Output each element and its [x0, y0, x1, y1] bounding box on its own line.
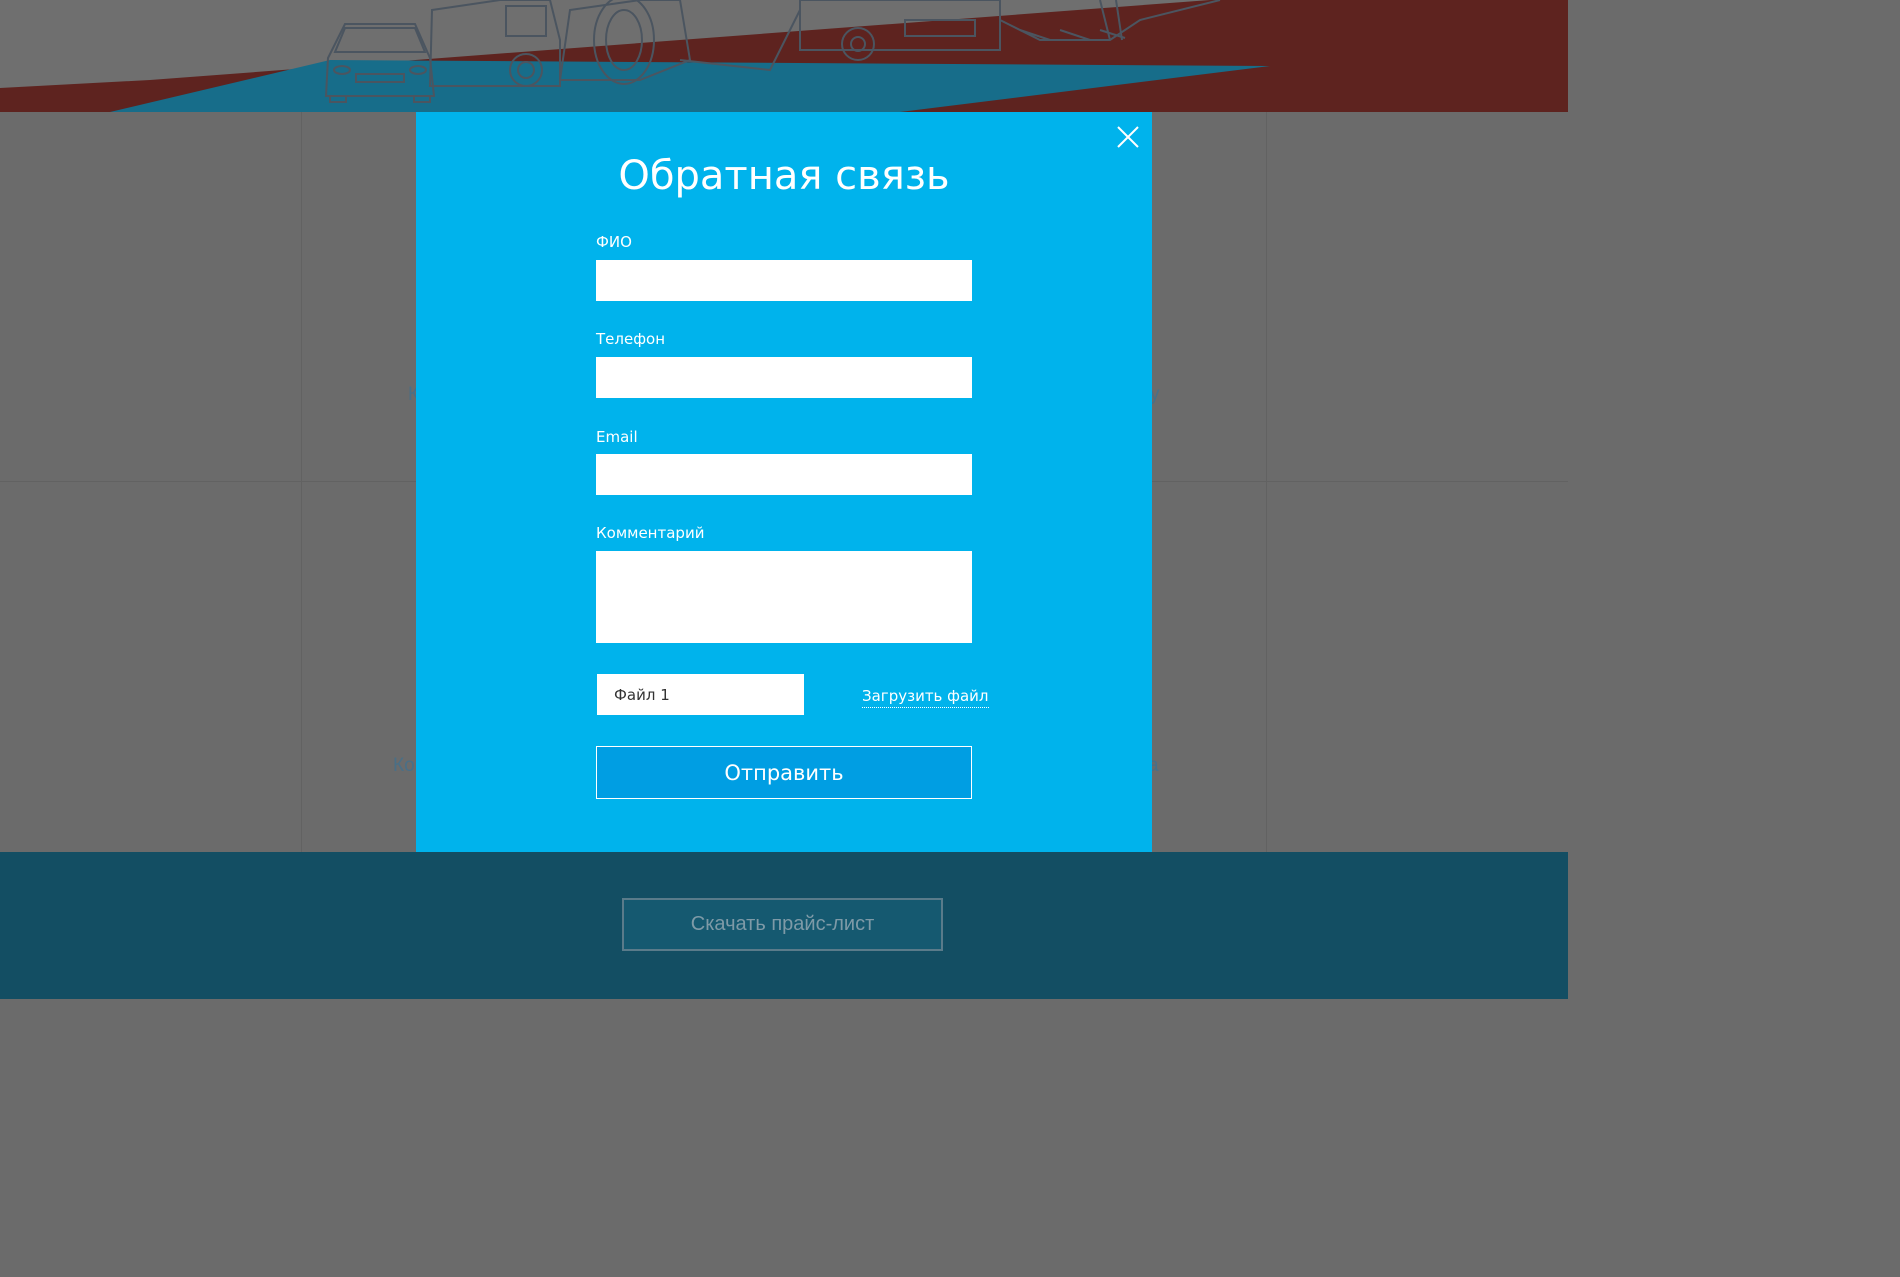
phone-input[interactable] — [596, 357, 972, 398]
comment-label: Комментарий — [596, 524, 705, 542]
hero-banner — [0, 0, 1568, 112]
close-button[interactable] — [1116, 125, 1140, 149]
close-icon — [1117, 126, 1139, 148]
file-name: Файл 1 — [614, 685, 670, 704]
upload-file-link[interactable]: Загрузить файл — [862, 687, 989, 708]
footer-strip — [0, 999, 1568, 1054]
phone-label: Телефон — [596, 330, 666, 348]
email-label: Email — [596, 428, 638, 446]
vehicles-illustration — [0, 0, 1568, 112]
modal-title: Обратная связь — [618, 153, 950, 199]
email-input[interactable] — [596, 454, 972, 495]
submit-button[interactable]: Отправить — [596, 746, 972, 799]
full-name-input[interactable] — [596, 260, 972, 301]
full-name-label: ФИО — [596, 233, 632, 251]
feedback-modal: Обратная связь ФИО Телефон Email Коммент… — [416, 112, 1152, 852]
download-price-list-button[interactable]: Скачать прайс-лист — [622, 898, 943, 951]
comment-textarea[interactable] — [596, 551, 972, 643]
bg-text-bottom-left: Ко — [393, 755, 415, 776]
file-slot[interactable]: Файл 1 — [597, 674, 804, 715]
